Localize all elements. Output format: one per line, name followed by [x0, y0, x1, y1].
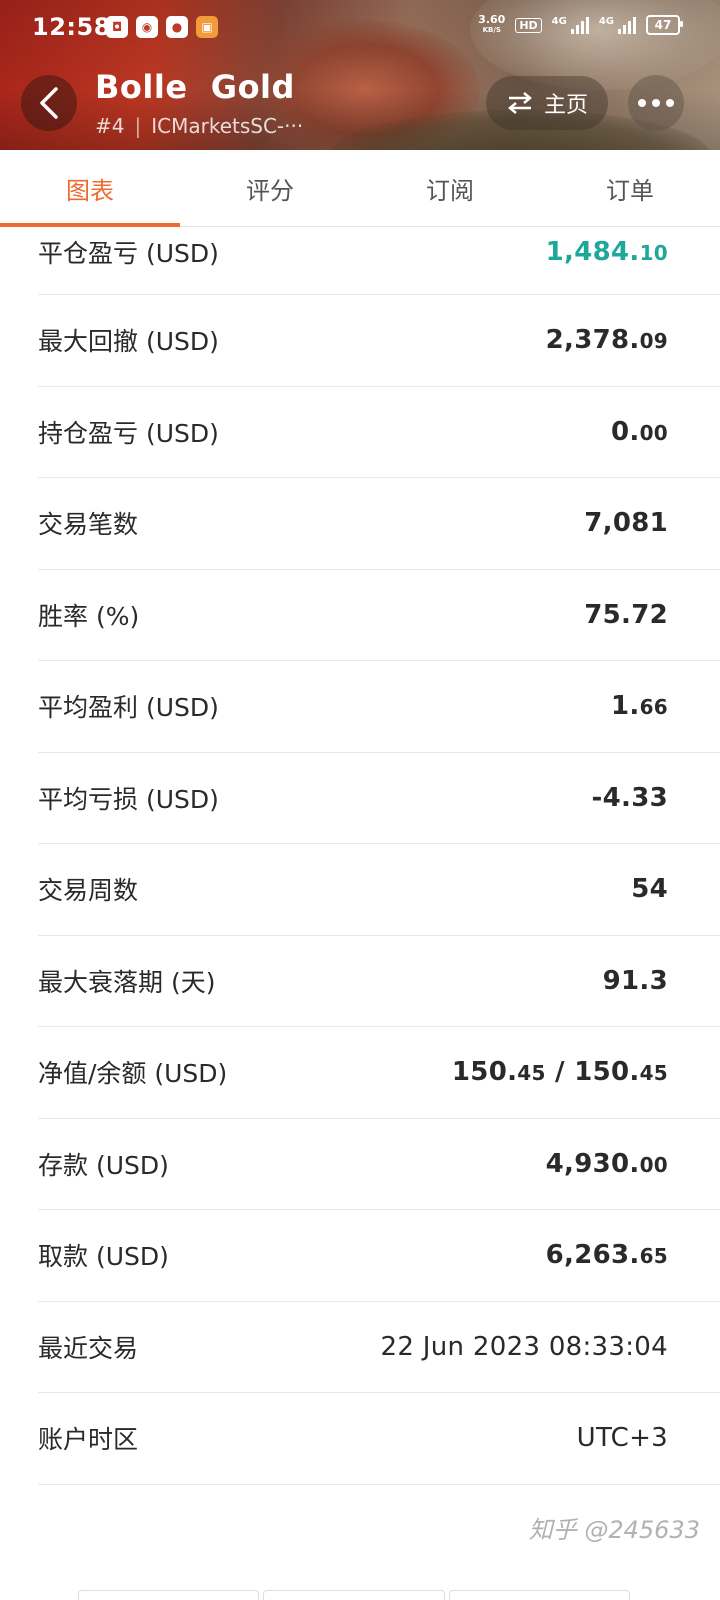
- home-button[interactable]: 主页: [486, 76, 608, 130]
- stat-label: 平仓盈亏 (USD): [38, 239, 219, 268]
- stat-value-main-2: / 150.: [545, 1057, 640, 1088]
- broker-label: ICMarketsSC-···: [151, 114, 304, 138]
- stat-row-max-drawdown: 最大回撤 (USD) 2,378.09: [38, 295, 720, 387]
- stat-value-main: 4,930.: [545, 1148, 640, 1179]
- stat-row-timezone: 账户时区 UTC+3: [38, 1393, 720, 1485]
- stat-row-closed-pnl: 平仓盈亏 (USD) 1,484.10: [38, 210, 720, 295]
- stat-value-decimals: 66: [639, 695, 668, 720]
- stats-list: 平仓盈亏 (USD) 1,484.10 最大回撤 (USD) 2,378.09 …: [38, 210, 720, 1485]
- stat-row-avg-profit: 平均盈利 (USD) 1.66: [38, 661, 720, 753]
- watermark: 知乎 @245633: [528, 1516, 700, 1544]
- rank-label: #4: [95, 114, 125, 138]
- stat-value: 54: [631, 874, 668, 905]
- stat-row-withdrawals: 取款 (USD) 6,263.65: [38, 1210, 720, 1302]
- stat-row-trading-weeks: 交易周数 54: [38, 844, 720, 936]
- map-notification-icon: ◉: [136, 16, 158, 38]
- stat-row-open-pnl: 持仓盈亏 (USD) 0.00: [38, 387, 720, 478]
- stat-value-decimals: 00: [639, 1152, 668, 1177]
- stat-row-win-rate: 胜率 (%) 75.72: [38, 570, 720, 661]
- stat-value: 91.3: [602, 965, 668, 996]
- signal-sim1-icon: 4G: [552, 16, 589, 34]
- stat-value: 22 Jun 2023 08:33:04: [380, 1331, 668, 1362]
- stat-value: 1.66: [611, 691, 668, 721]
- stat-label: 净值/余额 (USD): [38, 1059, 228, 1089]
- account-subtitle: #4 | ICMarketsSC-···: [95, 114, 303, 138]
- stat-label: 交易周数: [38, 876, 139, 906]
- network-speed: 3.60 KB/S: [478, 14, 505, 36]
- more-dot-icon: [652, 99, 660, 107]
- page-title: Bolle Gold: [95, 68, 295, 106]
- battery-icon: 47: [646, 15, 683, 35]
- status-time: 12:58: [32, 13, 111, 41]
- stat-value: UTC+3: [576, 1423, 668, 1454]
- stat-label: 最大回撤 (USD): [38, 327, 219, 357]
- stat-value: 6,263.65: [546, 1240, 668, 1270]
- stat-value-decimals: 45: [517, 1061, 546, 1086]
- hd-voice-icon: HD: [515, 17, 542, 33]
- stat-value-decimals: 09: [639, 329, 668, 354]
- stat-row-equity-balance: 净值/余额 (USD) 150.45 / 150.45: [38, 1027, 720, 1119]
- stat-label: 胜率 (%): [38, 601, 140, 631]
- status-indicators: 3.60 KB/S HD 4G 4G 47: [478, 14, 683, 36]
- stat-row-trade-count: 交易笔数 7,081: [38, 478, 720, 570]
- stat-label: 持仓盈亏 (USD): [38, 418, 219, 448]
- stat-value-main: 1.: [610, 691, 640, 722]
- home-button-label: 主页: [543, 93, 588, 118]
- sim1-network-type: 4G: [551, 16, 567, 27]
- more-dot-icon: [638, 99, 646, 107]
- stat-label: 平均盈利 (USD): [38, 693, 219, 723]
- bottom-handle-segment: [263, 1590, 445, 1600]
- bottom-handle-segment: [78, 1590, 260, 1600]
- stat-row-deposits: 存款 (USD) 4,930.00: [38, 1119, 720, 1210]
- more-dot-icon: [666, 99, 674, 107]
- stat-value: 1,484.10: [546, 237, 668, 267]
- sim2-network-type: 4G: [598, 16, 614, 27]
- stat-value-main: 0.: [610, 416, 640, 447]
- stat-label: 账户时区: [38, 1425, 139, 1455]
- network-speed-unit: KB/S: [482, 26, 501, 34]
- bottom-handle-bar: [78, 1590, 630, 1600]
- stat-label: 交易笔数: [38, 510, 139, 540]
- bottom-handle-segment: [448, 1590, 630, 1600]
- stat-value-main: 150.: [451, 1057, 518, 1088]
- stat-value-main: 2,378.: [545, 325, 640, 356]
- stat-value: 7,081: [584, 508, 668, 539]
- stat-label: 存款 (USD): [38, 1150, 169, 1180]
- stat-value: 150.45 / 150.45: [452, 1057, 668, 1087]
- stat-label: 最近交易: [38, 1333, 139, 1363]
- chevron-left-icon: [40, 87, 58, 119]
- stat-label: 取款 (USD): [38, 1242, 169, 1272]
- stat-row-max-decline-period: 最大衰落期 (天) 91.3: [38, 936, 720, 1027]
- stat-value-decimals: 65: [639, 1244, 668, 1269]
- stat-row-avg-loss: 平均亏损 (USD) -4.33: [38, 753, 720, 844]
- notification-icons: ◘ ◉ ● ▣: [106, 16, 218, 38]
- chat-notification-icon: ●: [166, 16, 188, 38]
- app-notification-icon: ◘: [106, 16, 128, 38]
- subtitle-divider: |: [134, 114, 142, 138]
- status-bar: 12:58 ◘ ◉ ● ▣ 3.60 KB/S HD 4G 4G 47: [0, 0, 720, 56]
- stat-value-decimals-2: 45: [639, 1061, 668, 1086]
- shopping-notification-icon: ▣: [196, 16, 218, 38]
- stat-value: 0.00: [611, 417, 668, 447]
- stat-label: 最大衰落期 (天): [38, 967, 216, 997]
- stat-value: 2,378.09: [546, 325, 668, 355]
- stat-value-decimals: 00: [639, 420, 668, 445]
- stat-value-decimals: 10: [639, 241, 668, 265]
- stat-value-main: 1,484.: [545, 237, 640, 267]
- stat-value: -4.33: [591, 782, 668, 813]
- network-speed-value: 3.60: [478, 13, 506, 26]
- swap-icon: [508, 92, 532, 114]
- back-button[interactable]: [21, 75, 77, 131]
- signal-sim2-icon: 4G: [599, 16, 636, 34]
- stat-value-main: 6,263.: [545, 1240, 640, 1271]
- stat-value: 75.72: [584, 599, 668, 630]
- stat-value: 4,930.00: [546, 1149, 668, 1179]
- stat-label: 平均亏损 (USD): [38, 784, 219, 814]
- stat-row-last-trade: 最近交易 22 Jun 2023 08:33:04: [38, 1302, 720, 1393]
- header: 12:58 ◘ ◉ ● ▣ 3.60 KB/S HD 4G 4G 47 Boll…: [0, 0, 720, 150]
- more-options-button[interactable]: [628, 75, 684, 131]
